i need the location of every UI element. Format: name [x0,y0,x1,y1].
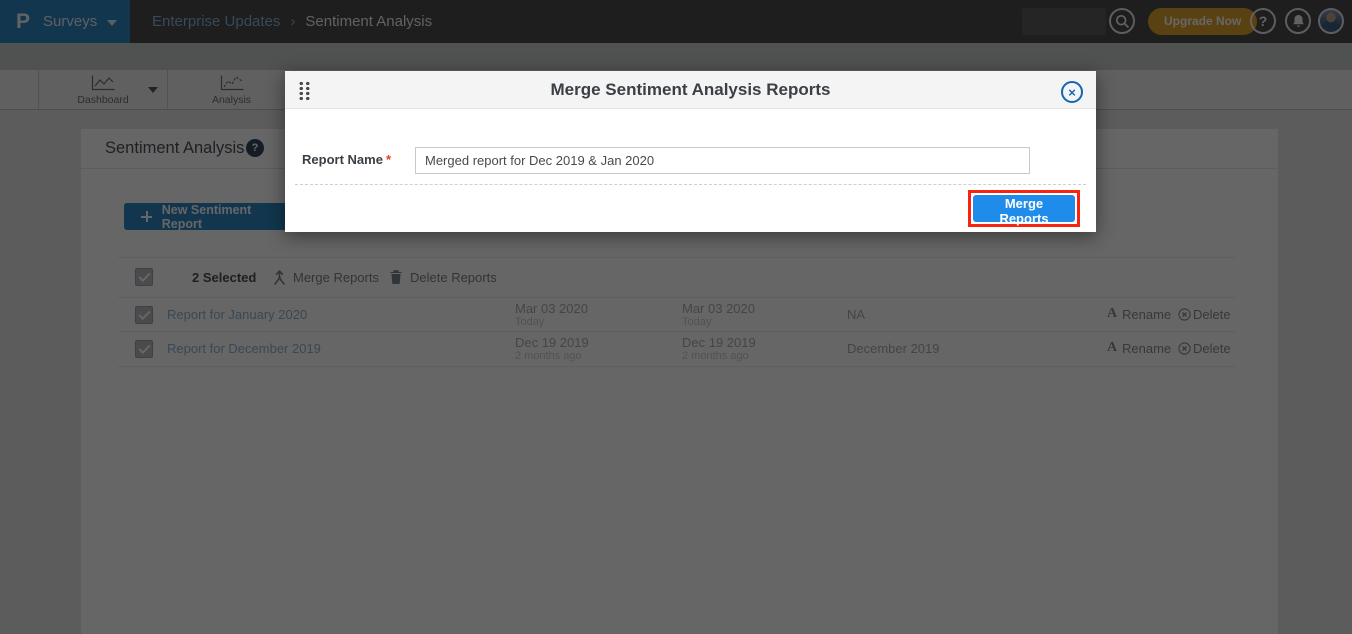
app-screen: P Surveys Enterprise Updates › Sentiment… [0,0,1352,634]
annotation-highlight: Merge Reports [968,190,1080,227]
required-asterisk: * [386,152,391,167]
modal-header: Merge Sentiment Analysis Reports × [285,71,1096,109]
merge-reports-button[interactable]: Merge Reports [973,195,1075,222]
modal-title: Merge Sentiment Analysis Reports [285,80,1096,100]
dashed-divider [295,184,1086,185]
merge-reports-modal: Merge Sentiment Analysis Reports × Repor… [285,71,1096,232]
report-name-label: Report Name* [285,152,391,167]
report-name-input[interactable] [415,147,1030,174]
close-icon: × [1068,86,1076,99]
modal-close-button[interactable]: × [1061,81,1083,103]
